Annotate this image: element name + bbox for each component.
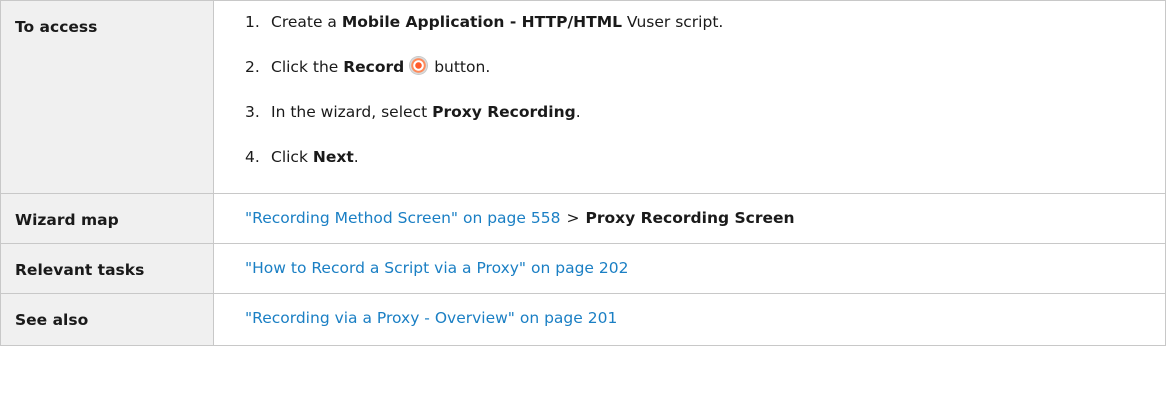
step-number: 1. [245,13,260,31]
row-see-also: See also "Recording via a Proxy - Overvi… [0,293,1166,346]
step-3: 3. In the wizard, select Proxy Recording… [245,99,1164,144]
step-2: 2. Click the Record button. [245,54,1164,99]
breadcrumb-separator: > [566,209,580,227]
current-screen: Proxy Recording Screen [585,209,795,227]
step-4: 4. Click Next. [245,144,1164,189]
step-post: . [353,148,359,166]
step-text: In the wizard, select Proxy Recording. [271,99,581,144]
step-post: Vuser script. [622,13,724,31]
row-wizard-map: Wizard map "Recording Method Screen" on … [0,193,1166,244]
step-post: button. [429,58,491,76]
step-post: . [575,103,581,121]
row-to-access: To access 1. Create a Mobile Application… [0,0,1166,194]
label-to-access: To access [0,0,214,194]
label-wizard-map: Wizard map [0,193,214,244]
label-see-also: See also [0,293,214,346]
how-to-record-link[interactable]: "How to Record a Script via a Proxy" on … [245,259,628,277]
step-number: 3. [245,103,260,121]
step-text: Click the Record button. [271,54,490,99]
wizard-map-cell: "Recording Method Screen" on page 558 > Pr… [213,193,1166,244]
step-pre: In the wizard, select [271,103,433,121]
recording-method-screen-link[interactable]: "Recording Method Screen" on page 558 [245,209,560,227]
step-bold: Mobile Application - HTTP/HTML [341,13,622,31]
recording-via-proxy-link[interactable]: "Recording via a Proxy - Overview" on pa… [245,309,617,327]
step-1: 1. Create a Mobile Application - HTTP/HT… [245,9,1164,54]
info-table: To access 1. Create a Mobile Application… [0,0,1166,346]
relevant-tasks-cell: "How to Record a Script via a Proxy" on … [213,243,1166,294]
record-icon [410,57,428,74]
steps-cell: 1. Create a Mobile Application - HTTP/HT… [213,0,1166,194]
steps-list: 1. Create a Mobile Application - HTTP/HT… [245,2,1164,189]
step-pre: Click the [271,58,344,76]
step-bold: Record [343,58,405,76]
row-relevant-tasks: Relevant tasks "How to Record a Script v… [0,243,1166,294]
step-number: 4. [245,148,260,166]
label-relevant-tasks: Relevant tasks [0,243,214,294]
step-text: Create a Mobile Application - HTTP/HTML … [271,9,723,54]
step-bold: Proxy Recording [432,103,576,121]
step-bold: Next [312,148,354,166]
step-text: Click Next. [271,144,359,189]
step-number: 2. [245,58,260,76]
step-pre: Create a [271,13,342,31]
step-pre: Click [271,148,313,166]
see-also-cell: "Recording via a Proxy - Overview" on pa… [213,293,1166,346]
